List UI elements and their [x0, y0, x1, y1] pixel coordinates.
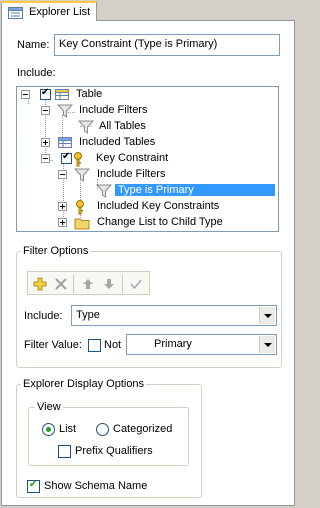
filter-icon	[77, 119, 95, 135]
tree-row-label: Key Constraint	[96, 152, 169, 164]
show-schema-name-checkbox[interactable]	[27, 479, 40, 493]
tree-row-include-filters[interactable]: Include Filters	[17, 103, 278, 119]
move-down-icon[interactable]	[100, 275, 118, 293]
filter-toolbar	[27, 271, 150, 295]
not-checkbox[interactable]	[88, 339, 101, 352]
folder-icon	[74, 215, 90, 231]
expand-toggle[interactable]	[41, 138, 50, 147]
tree-checkbox[interactable]	[40, 87, 51, 100]
tree-row-included-tables[interactable]: Included Tables	[17, 135, 278, 151]
show-schema-name-label: Show Schema Name	[44, 480, 148, 492]
view-list-radio[interactable]	[42, 423, 55, 436]
filter-value-label: Filter Value:	[24, 339, 82, 351]
view-categorized-label: Categorized	[113, 423, 173, 435]
tree-row-included-key-constraints[interactable]: Included Key Constraints	[17, 199, 278, 215]
prefix-qualifiers-label: Prefix Qualifiers	[75, 445, 153, 457]
name-input[interactable]: Key Constraint (Type is Primary)	[54, 34, 280, 56]
explorer-display-options-title: Explorer Display Options	[21, 378, 147, 390]
collapse-toggle[interactable]	[41, 106, 50, 115]
collapse-toggle[interactable]	[41, 154, 50, 163]
tree-row-label: Change List to Child Type	[97, 216, 223, 228]
table-icon	[57, 135, 73, 151]
name-label: Name:	[17, 39, 50, 51]
not-label: Not	[104, 339, 122, 351]
key-icon	[72, 151, 88, 167]
expand-toggle[interactable]	[58, 218, 67, 227]
tree-row-table[interactable]: Table	[17, 87, 278, 103]
include-label: Include:	[17, 67, 56, 79]
include-select[interactable]: Type	[71, 305, 277, 326]
filter-icon	[56, 103, 74, 119]
prefix-qualifiers-checkbox[interactable]	[58, 445, 71, 458]
tab-explorer-list[interactable]: Explorer List	[1, 1, 97, 21]
tree-row-label: Include Filters	[97, 168, 166, 180]
view-list-label: List	[59, 423, 77, 435]
chevron-down-icon[interactable]	[259, 307, 275, 324]
tree-row-change-list[interactable]: Change List to Child Type	[17, 215, 278, 231]
collapse-toggle[interactable]	[21, 90, 30, 99]
tree-row-type-is-primary[interactable]: Type is Primary	[17, 183, 278, 199]
explorer-list-icon	[8, 7, 24, 23]
tree-row-label: All Tables	[99, 120, 146, 132]
filter-icon	[95, 183, 113, 199]
delete-icon[interactable]	[52, 275, 70, 293]
tree-row-label: Include Filters	[79, 104, 148, 116]
tree-row-label: Table	[76, 88, 103, 100]
filter-options-title: Filter Options	[21, 245, 91, 257]
chevron-down-icon[interactable]	[259, 336, 275, 353]
include-tree[interactable]: Table Include Filters All Tables Include…	[16, 86, 279, 232]
expand-toggle[interactable]	[58, 202, 67, 211]
collapse-toggle[interactable]	[58, 170, 67, 179]
table-icon	[54, 87, 70, 103]
view-group	[28, 407, 189, 466]
filter-icon	[73, 167, 91, 183]
move-up-icon[interactable]	[79, 275, 97, 293]
filter-include-label: Include:	[24, 310, 63, 322]
tree-row-label: Included Key Constraints	[97, 200, 220, 212]
tree-row-label: Type is Primary	[115, 184, 275, 196]
filter-value-select-value: Primary	[154, 338, 192, 350]
tree-row-all-tables[interactable]: All Tables	[17, 119, 278, 135]
tree-row-key-constraint[interactable]: Key Constraint	[17, 151, 278, 167]
apply-check-icon[interactable]	[127, 275, 145, 293]
view-categorized-radio[interactable]	[96, 423, 109, 436]
include-select-value: Type	[76, 309, 100, 321]
tab-label: Explorer List	[29, 6, 91, 18]
tree-checkbox[interactable]	[61, 151, 72, 164]
filter-value-select[interactable]: Primary	[126, 334, 277, 355]
view-title: View	[35, 401, 63, 413]
key-icon	[74, 199, 90, 215]
tree-row-label: Included Tables	[79, 136, 156, 148]
tree-row-include-filters-2[interactable]: Include Filters	[17, 167, 278, 183]
add-icon[interactable]	[31, 275, 49, 293]
